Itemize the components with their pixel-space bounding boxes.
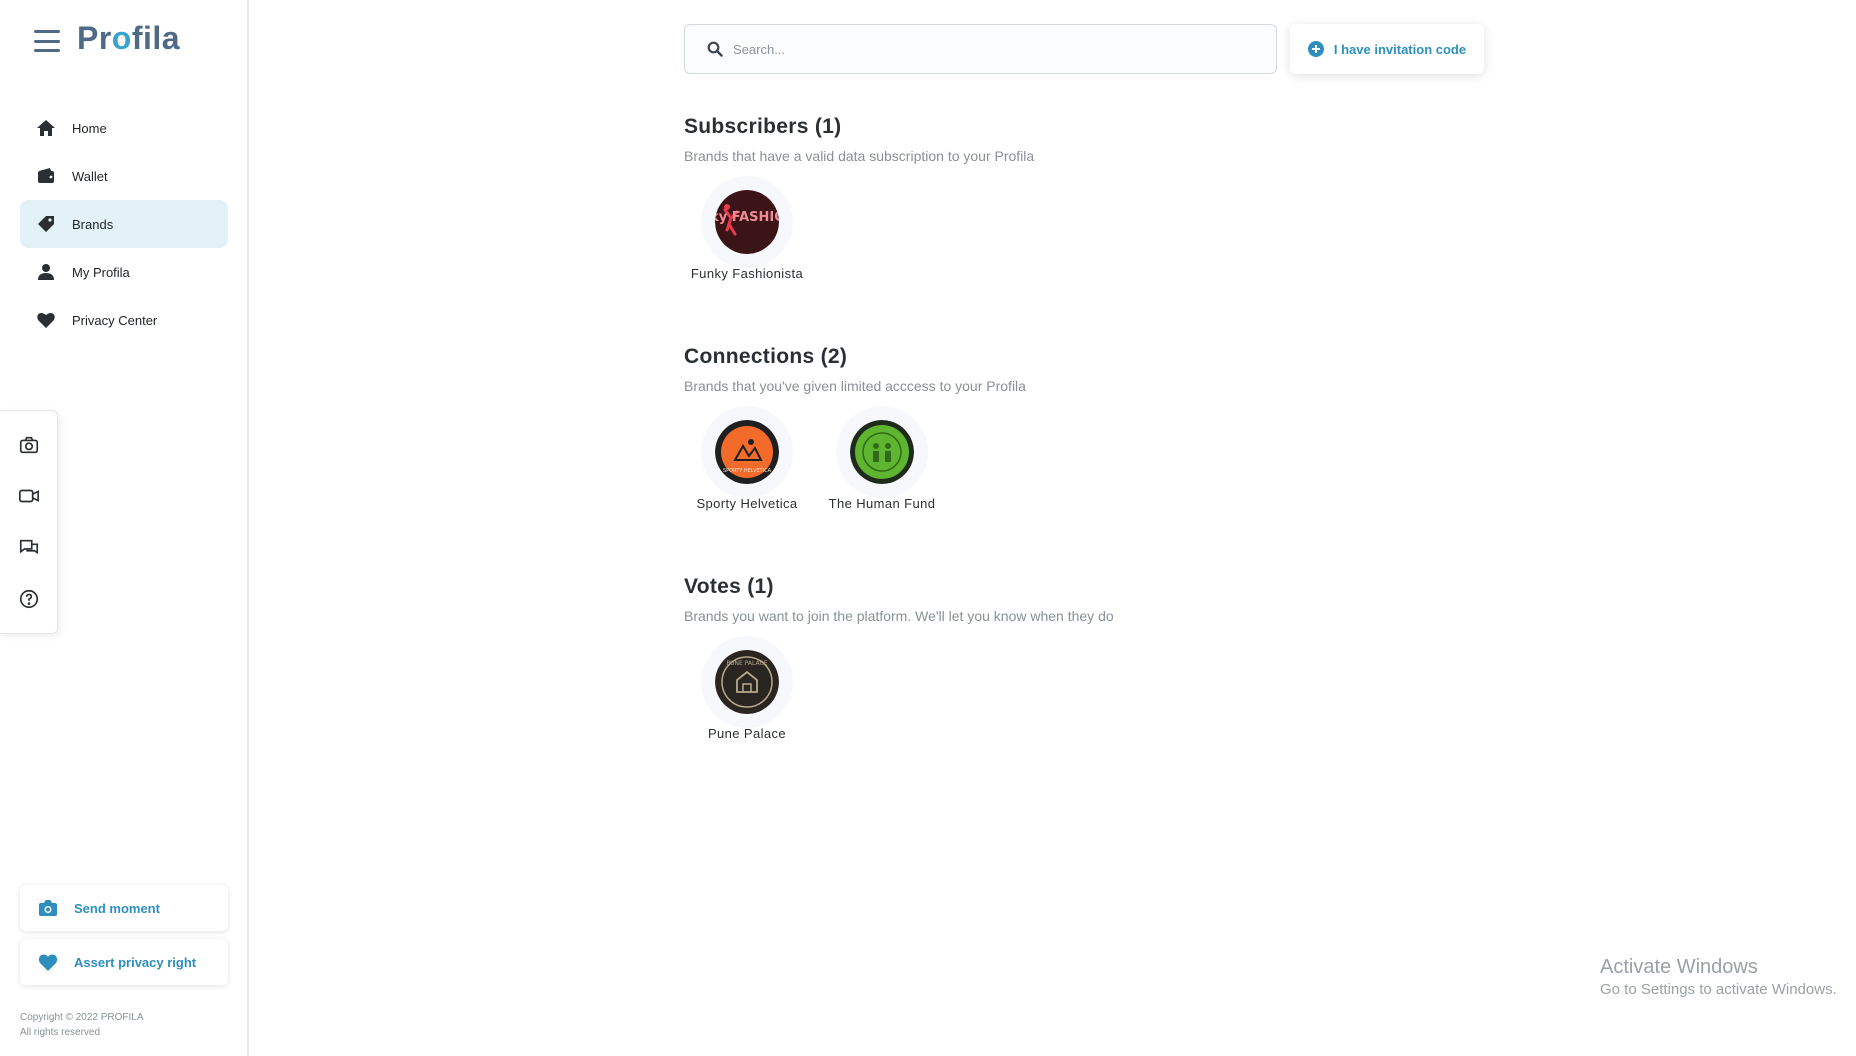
connections-section: Connections (2) Brands that you've given… (684, 345, 1026, 511)
sidebar-item-label: My Profila (72, 264, 130, 280)
brand-card-funky-fashionista[interactable]: FuNky FASHIONISTA Funky Fashionista (684, 190, 810, 281)
sidebar-item-wallet[interactable]: Wallet (20, 152, 228, 200)
watermark-title: Activate Windows (1600, 956, 1758, 978)
watermark-subtitle: Go to Settings to activate Windows. (1600, 981, 1837, 998)
brand-logo (850, 420, 914, 484)
sidebar-nav: Home Wallet Brands My Profila Privacy Ce… (20, 104, 228, 344)
search-icon (707, 41, 723, 57)
sidebar-item-label: Brands (72, 216, 114, 232)
brand-logo: PUNE PALACE (715, 650, 779, 714)
quick-tools-panel (0, 410, 58, 634)
section-title: Subscribers (1) (684, 115, 842, 138)
user-icon (36, 262, 56, 282)
camera-icon[interactable] (14, 430, 44, 460)
camera-icon (38, 898, 58, 918)
brand-logo-text: PUNE PALACE (727, 660, 768, 667)
chat-icon[interactable] (14, 533, 44, 563)
sidebar-item-home[interactable]: Home (20, 104, 228, 152)
brand-card-sporty-helvetica[interactable]: SPORTY HELVETICA Sporty Helvetica (684, 420, 810, 511)
assert-privacy-label: Assert privacy right (74, 954, 197, 970)
assert-privacy-right-button[interactable]: Assert privacy right (20, 939, 228, 985)
section-title: Connections (2) (684, 345, 848, 368)
video-icon[interactable] (14, 481, 44, 511)
copyright: Copyright © 2022 PROFILA All rights rese… (20, 1010, 144, 1040)
section-title: Votes (1) (684, 575, 774, 598)
brand-list: PUNE PALACE Pune Palace (684, 650, 1114, 741)
windows-activation-watermark: Activate Windows Go to Settings to activ… (1600, 956, 1837, 998)
brand-logo: SPORTY HELVETICA (715, 420, 779, 484)
home-icon (36, 118, 56, 138)
brand-name: The Human Fund (828, 496, 936, 511)
logo-text-end: fila (131, 20, 181, 56)
sidebar-item-label: Privacy Center (72, 312, 158, 328)
invitation-code-button[interactable]: I have invitation code (1290, 24, 1484, 74)
help-icon[interactable] (14, 584, 44, 614)
profila-logo[interactable]: Profila (77, 20, 180, 57)
plus-circle-icon (1307, 41, 1324, 57)
search-bar (684, 24, 1277, 74)
brand-list: FuNky FASHIONISTA Funky Fashionista (684, 190, 1034, 281)
sidebar: Profila Home Wallet Brands My Profila Pr… (0, 0, 249, 1056)
votes-section: Votes (1) Brands you want to join the pl… (684, 575, 1114, 741)
section-description: Brands you want to join the platform. We… (684, 608, 1114, 624)
brand-name: Pune Palace (707, 726, 787, 741)
hamburger-menu-icon[interactable] (34, 30, 60, 52)
tag-icon (36, 214, 56, 234)
heart-shield-icon (36, 310, 56, 330)
rights-line: All rights reserved (20, 1027, 101, 1038)
brand-card-pune-palace[interactable]: PUNE PALACE Pune Palace (684, 650, 810, 741)
sidebar-item-label: Home (72, 120, 107, 136)
sidebar-item-my-profila[interactable]: My Profila (20, 248, 228, 296)
brand-name: Funky Fashionista (690, 266, 804, 281)
heart-shield-icon (38, 952, 58, 972)
wallet-icon (36, 166, 56, 186)
copyright-line: Copyright © 2022 PROFILA (20, 1012, 144, 1023)
subscribers-section: Subscribers (1) Brands that have a valid… (684, 115, 1034, 281)
sidebar-item-label: Wallet (72, 168, 108, 184)
brand-card-the-human-fund[interactable]: The Human Fund (819, 420, 945, 511)
app-root: Profila Home Wallet Brands My Profila Pr… (0, 0, 1856, 1056)
brand-logo-text: SPORTY HELVETICA (723, 468, 772, 474)
invitation-code-label: I have invitation code (1333, 41, 1467, 57)
brand-logo-text: FuNky FASHIONISTA (715, 210, 779, 225)
brand-logo: FuNky FASHIONISTA (715, 190, 779, 254)
brand-name: Sporty Helvetica (696, 496, 798, 511)
brand-list: SPORTY HELVETICA Sporty Helvetica The Hu… (684, 420, 1026, 511)
logo-text-start: Pr (77, 20, 112, 56)
sidebar-item-brands[interactable]: Brands (20, 200, 228, 248)
logo-text-o: o (111, 20, 132, 56)
send-moment-label: Send moment (74, 900, 160, 916)
sidebar-item-privacy-center[interactable]: Privacy Center (20, 296, 228, 344)
send-moment-button[interactable]: Send moment (20, 885, 228, 931)
section-description: Brands that have a valid data subscripti… (684, 148, 1035, 164)
section-description: Brands that you've given limited acccess… (684, 378, 1026, 394)
search-input[interactable] (733, 41, 1233, 57)
